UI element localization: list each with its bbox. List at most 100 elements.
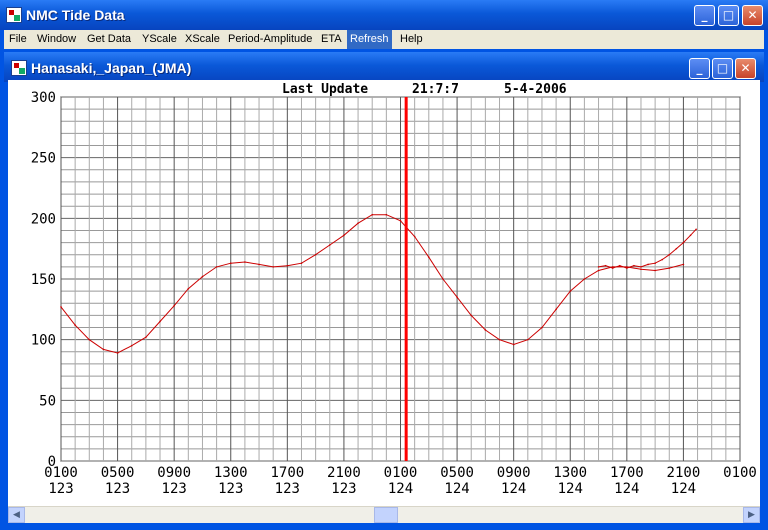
tide-data-point	[583, 278, 586, 280]
x-tick-label-day: 124	[614, 481, 639, 497]
tide-data-point	[187, 287, 190, 290]
tide-data-point	[597, 266, 600, 268]
menu-xscale[interactable]: XScale	[182, 30, 223, 49]
x-tick-label-time: 0900	[497, 465, 531, 481]
tide-data-point	[618, 264, 621, 267]
tide-chart: 050100150200250300 010012305001230900123…	[31, 82, 757, 497]
tide-data-point	[668, 253, 671, 256]
child-close-button[interactable]: ✕	[735, 58, 756, 79]
child-window-icon	[11, 60, 27, 76]
x-tick-label-time: 0100	[384, 465, 418, 481]
x-tick-label-day: 124	[671, 481, 696, 497]
tide-data-point	[633, 264, 635, 267]
tide-data-point	[512, 343, 515, 346]
tide-data-point	[604, 264, 607, 267]
scroll-left-button[interactable]: ◀	[8, 507, 25, 523]
tide-data-point	[661, 258, 663, 261]
tide-data-point	[647, 263, 649, 266]
update-date: 5-4-2006	[504, 82, 567, 97]
x-tick-label-day: 124	[388, 481, 413, 497]
tide-data-point	[357, 222, 359, 224]
tide-data-point	[689, 234, 692, 237]
x-tick-label-day: 124	[501, 481, 526, 497]
scroll-thumb[interactable]	[374, 507, 398, 523]
tide-data-point	[215, 266, 218, 268]
chart-grid	[60, 96, 741, 462]
tide-data-point	[102, 348, 105, 351]
x-tick-label-time: 0900	[157, 465, 191, 481]
tide-data-point	[74, 324, 76, 326]
x-tick-label-day: 123	[48, 481, 73, 497]
close-button[interactable]: ✕	[742, 5, 763, 26]
menu-refresh[interactable]: Refresh	[347, 30, 392, 49]
app-window: NMC Tide Data _ □ ✕ File Window Get Data…	[0, 0, 768, 530]
tide-data-point	[201, 275, 204, 278]
tide-data-point	[399, 219, 402, 222]
tide-data-point	[116, 352, 119, 354]
tide-data-point	[244, 261, 246, 263]
tide-data-point	[470, 314, 473, 317]
child-window-title: Hanasaki,_Japan_(JMA)	[31, 60, 192, 76]
y-tick-label: 250	[31, 151, 56, 167]
tide-data-point	[611, 267, 614, 269]
tide-data-point	[682, 263, 685, 266]
maximize-button[interactable]: □	[718, 5, 739, 26]
tide-data-point	[371, 213, 374, 216]
x-tick-label-time: 0100	[44, 465, 78, 481]
tide-data-point	[258, 263, 260, 266]
tide-data-point	[159, 320, 161, 323]
x-tick-label-time: 0500	[101, 465, 135, 481]
chart-series	[60, 213, 697, 354]
tide-data-point	[626, 267, 628, 269]
x-tick-label-day: 123	[331, 481, 356, 497]
tide-data-point	[569, 290, 572, 292]
tide-data-point	[60, 306, 62, 308]
tide-data-point	[555, 308, 557, 311]
tide-data-point	[527, 338, 529, 341]
tide-data-point	[385, 213, 388, 216]
menu-window[interactable]: Window	[34, 30, 79, 49]
tide-data-point	[286, 264, 289, 267]
tide-data-point	[173, 304, 175, 307]
x-tick-label-day: 124	[558, 481, 583, 497]
tide-data-point	[668, 267, 671, 269]
y-tick-label: 200	[31, 211, 56, 227]
tide-data-point	[343, 234, 345, 237]
tide-data-point	[145, 336, 147, 339]
menu-eta[interactable]: ETA	[318, 30, 345, 49]
x-tick-label-day: 123	[105, 481, 130, 497]
scroll-right-button[interactable]: ▶	[743, 507, 760, 523]
minimize-button[interactable]: _	[694, 5, 715, 26]
y-axis: 050100150200250300	[31, 90, 56, 470]
x-tick-label-day: 123	[162, 481, 187, 497]
x-tick-label-day: 124	[444, 481, 469, 497]
update-label: Last Update	[282, 82, 368, 97]
menu-get-data[interactable]: Get Data	[84, 30, 134, 49]
menu-file[interactable]: File	[6, 30, 30, 49]
tide-data-point	[654, 262, 656, 265]
horizontal-scrollbar[interactable]: ◀ ▶	[8, 506, 760, 523]
child-minimize-button[interactable]: _	[689, 58, 710, 79]
app-titlebar[interactable]: NMC Tide Data _ □ ✕	[0, 0, 768, 30]
child-window: Hanasaki,_Japan_(JMA) _ □ ✕ 0 50 100 150 200…	[4, 52, 764, 526]
tide-data-point	[413, 235, 416, 238]
menu-help[interactable]: Help	[397, 30, 426, 49]
tide-data-point	[541, 326, 543, 329]
child-titlebar[interactable]: Hanasaki,_Japan_(JMA) _ □ ✕	[4, 52, 764, 82]
app-icon	[6, 7, 22, 23]
tide-data-point	[442, 278, 444, 280]
tide-data-point	[640, 268, 642, 271]
tide-data-point	[272, 266, 274, 268]
tide-data-point	[682, 241, 685, 244]
tide-data-point	[597, 269, 600, 272]
update-time: 21:7:7	[412, 82, 459, 97]
x-tick-label-time: 0100	[723, 465, 757, 481]
menu-period-amplitude[interactable]: Period-Amplitude	[225, 30, 315, 49]
tide-data-point	[695, 228, 697, 231]
child-maximize-button[interactable]: □	[712, 58, 733, 79]
tide-data-point	[328, 244, 331, 246]
tide-data-point	[229, 262, 232, 265]
x-tick-label-time: 1300	[553, 465, 587, 481]
tide-data-point	[456, 296, 458, 298]
menu-yscale[interactable]: YScale	[139, 30, 180, 49]
